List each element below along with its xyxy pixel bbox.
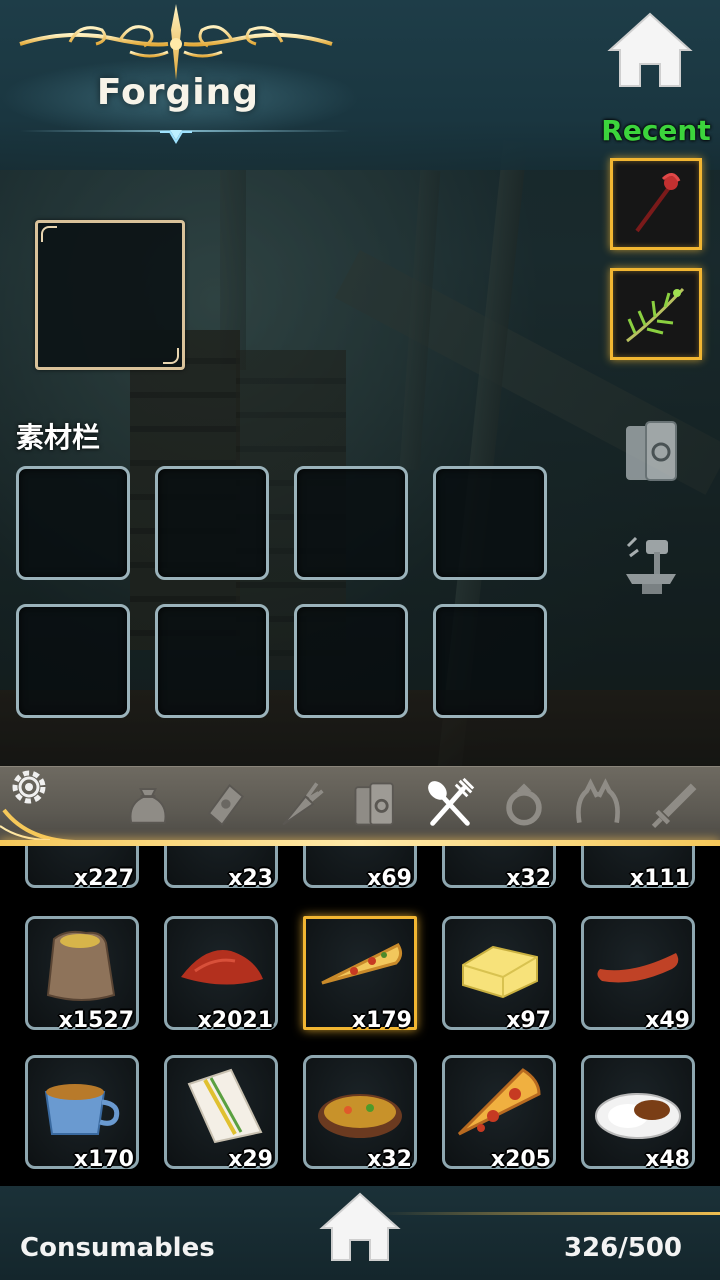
material-slot-4[interactable] — [433, 466, 547, 580]
category-bar-ornament — [0, 808, 89, 845]
item-count: x179 — [351, 1008, 412, 1033]
home-button[interactable] — [606, 10, 694, 90]
material-slot-5[interactable] — [16, 604, 130, 718]
item-count: x205 — [490, 1147, 551, 1172]
category-tab-weapon[interactable] — [644, 772, 704, 836]
slot-corner-ornament — [41, 226, 57, 242]
inventory-item[interactable]: x32 — [303, 1055, 417, 1172]
pepperoni-pizza-icon — [457, 1068, 541, 1136]
item-count: x69 — [367, 866, 412, 891]
footer-home-button[interactable] — [318, 1190, 402, 1264]
inventory-item[interactable]: x227 — [25, 846, 139, 891]
item-count: x2021 — [197, 1008, 273, 1033]
chili-powder-icon — [181, 950, 263, 985]
sandwich-icon — [187, 1068, 263, 1144]
item-count: x49 — [645, 1008, 690, 1033]
category-tab-scroll[interactable] — [194, 772, 254, 836]
inventory-item[interactable]: x2021 — [164, 916, 278, 1033]
category-tab-vegetable[interactable] — [270, 772, 330, 836]
material-slot-6[interactable] — [155, 604, 269, 718]
inventory-item[interactable]: x69 — [303, 846, 417, 891]
inventory-item[interactable]: x23 — [164, 846, 278, 891]
item-count: x23 — [228, 866, 273, 891]
category-tab-accessory[interactable] — [494, 772, 554, 836]
red-staff-icon — [635, 173, 681, 233]
stew-bowl-icon — [318, 1094, 402, 1138]
category-tab-books[interactable] — [346, 772, 406, 836]
category-tab-headwear[interactable] — [568, 772, 628, 836]
inventory-grid: x227 x23 x69 x32 x111 x1527 x2021 x179 x… — [0, 846, 720, 1186]
inventory-capacity: 326/500 — [563, 1233, 682, 1263]
item-count: x111 — [629, 866, 690, 891]
material-slot-1[interactable] — [16, 466, 130, 580]
footer-accent-line — [380, 1212, 720, 1215]
page-title: Forging — [96, 72, 260, 113]
recent-item-herb[interactable] — [610, 268, 702, 360]
sausage-icon — [597, 953, 679, 983]
inventory-item-selected[interactable]: x179 — [303, 916, 417, 1033]
item-count: x97 — [506, 1008, 551, 1033]
material-bar-label: 素材栏 — [16, 421, 101, 454]
books-icon — [354, 782, 394, 826]
curry-rice-icon — [595, 1093, 681, 1139]
inventory-item[interactable]: x205 — [442, 1055, 556, 1172]
current-category-label: Consumables — [20, 1233, 215, 1263]
material-slot-2[interactable] — [155, 466, 269, 580]
material-slot-3[interactable] — [294, 466, 408, 580]
herb-branch-icon — [626, 287, 685, 343]
slot-corner-ornament — [163, 348, 179, 364]
scroll-icon — [207, 783, 244, 826]
inventory-item[interactable]: x1527 — [25, 916, 139, 1033]
inventory-item[interactable]: x111 — [581, 846, 695, 891]
item-count: x48 — [645, 1147, 690, 1172]
butter-icon — [462, 945, 538, 999]
anvil-hammer-button[interactable] — [616, 526, 688, 598]
item-count: x29 — [228, 1147, 273, 1172]
recent-label: Recent — [601, 114, 711, 147]
inventory-item[interactable]: x48 — [581, 1055, 695, 1172]
material-slot-8[interactable] — [433, 604, 547, 718]
item-count: x1527 — [58, 1008, 134, 1033]
recent-item-staff[interactable] — [610, 158, 702, 250]
title-gem-icon — [160, 130, 192, 144]
recipe-book-button[interactable] — [620, 418, 684, 488]
bag-icon — [129, 788, 167, 824]
carrot-icon — [282, 782, 324, 826]
category-tab-food[interactable] — [420, 772, 480, 836]
ring-icon — [506, 783, 542, 826]
inventory-item[interactable]: x29 — [164, 1055, 278, 1172]
inventory-item[interactable]: x97 — [442, 916, 556, 1033]
sword-icon — [651, 783, 697, 829]
item-count: x170 — [73, 1147, 134, 1172]
item-count: x227 — [73, 866, 134, 891]
material-slot-7[interactable] — [294, 604, 408, 718]
pizza-slice-icon — [321, 943, 403, 985]
flour-sack-icon — [46, 930, 116, 1001]
inventory-item[interactable]: x32 — [442, 846, 556, 891]
soup-cup-icon — [44, 1084, 120, 1135]
inventory-item[interactable]: x170 — [25, 1055, 139, 1172]
inventory-item[interactable]: x49 — [581, 916, 695, 1033]
fork-spoon-icon — [428, 777, 475, 826]
cat-ears-icon — [576, 778, 620, 824]
item-count: x32 — [367, 1147, 412, 1172]
category-tab-bag[interactable] — [118, 772, 178, 836]
forging-output-slot[interactable] — [35, 220, 185, 370]
item-count: x32 — [506, 866, 551, 891]
